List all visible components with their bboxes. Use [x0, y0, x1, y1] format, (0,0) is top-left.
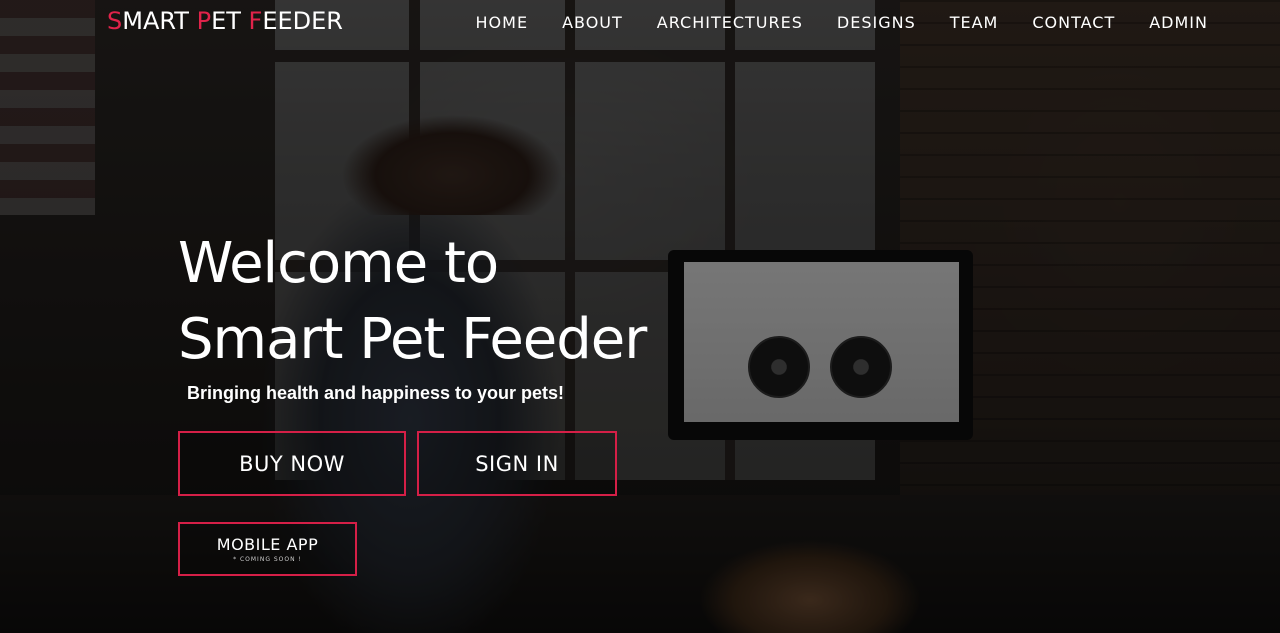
mobile-app-label: MOBILE APP — [216, 535, 319, 554]
headline-line-2: Smart Pet Feeder — [178, 307, 647, 372]
logo-part-3: ET — [211, 7, 249, 35]
sign-in-button[interactable]: SIGN IN — [417, 431, 617, 496]
headline-line-1: Welcome to — [178, 231, 499, 296]
nav-item-contact[interactable]: CONTACT — [1032, 13, 1115, 32]
site-logo[interactable]: SMART PET FEEDER — [107, 7, 343, 35]
hero-tagline: Bringing health and happiness to your pe… — [187, 383, 565, 403]
nav-item-admin[interactable]: ADMIN — [1149, 13, 1208, 32]
coming-soon-note: * COMING SOON ! — [233, 556, 302, 563]
logo-part-2: P — [196, 7, 212, 35]
buy-now-label: BUY NOW — [239, 451, 345, 476]
logo-part-4: F — [248, 7, 263, 35]
sign-in-label: SIGN IN — [475, 451, 559, 476]
top-navigation: SMART PET FEEDER HOME ABOUT ARCHITECTURES D… — [0, 0, 1280, 44]
hero-section: SMART PET FEEDER HOME ABOUT ARCHITECTURES D… — [0, 0, 1280, 633]
nav-item-home[interactable]: HOME — [476, 13, 529, 32]
nav-item-designs[interactable]: DESIGNS — [837, 13, 916, 32]
buy-now-button[interactable]: BUY NOW — [178, 431, 406, 496]
logo-part-0: S — [107, 7, 123, 35]
nav-item-about[interactable]: ABOUT — [562, 13, 623, 32]
logo-part-5: EEDER — [262, 7, 343, 35]
logo-part-1: MART — [122, 7, 197, 35]
mobile-app-button[interactable]: MOBILE APP * COMING SOON ! — [178, 522, 357, 576]
hero-headline: Welcome to Smart Pet Feeder — [178, 226, 647, 378]
nav-item-architectures[interactable]: ARCHITECTURES — [657, 13, 803, 32]
nav-menu: HOME ABOUT ARCHITECTURES DESIGNS TEAM CONTACT… — [442, 13, 1208, 32]
nav-item-team[interactable]: TEAM — [950, 13, 999, 32]
